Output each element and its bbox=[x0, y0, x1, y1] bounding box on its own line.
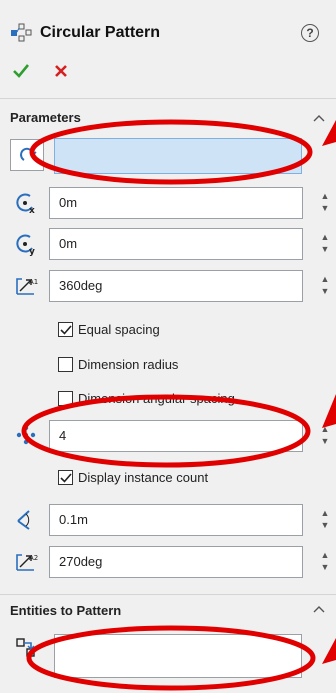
center-y-field[interactable]: 0m bbox=[49, 228, 303, 260]
dimension-angular-spacing-checkbox[interactable] bbox=[58, 390, 73, 406]
divider bbox=[0, 98, 336, 99]
svg-text:A2: A2 bbox=[29, 554, 38, 562]
cancel-x-icon[interactable] bbox=[52, 62, 70, 80]
pattern-axis-selection-box[interactable] bbox=[54, 138, 302, 174]
display-instance-count-checkbox[interactable] bbox=[58, 469, 73, 485]
display-instance-count-option[interactable]: Display instance count bbox=[58, 466, 208, 488]
center-x-field[interactable]: 0m bbox=[49, 187, 303, 219]
angle-icon: A1 bbox=[16, 278, 38, 295]
svg-text:x: x bbox=[29, 206, 35, 215]
dimension-radius-label: Dimension radius bbox=[78, 356, 179, 372]
angle2-icon: A2 bbox=[16, 554, 38, 571]
divider bbox=[0, 594, 336, 595]
dimension-angular-spacing-label: Dimension angular spacing bbox=[78, 390, 235, 406]
angle2-spinner[interactable]: ▲ ▼ bbox=[320, 549, 330, 575]
pattern-icon bbox=[11, 23, 32, 42]
ok-check-icon[interactable] bbox=[12, 62, 30, 80]
angle-field[interactable]: 360deg bbox=[49, 270, 303, 302]
display-instance-count-label: Display instance count bbox=[78, 469, 209, 485]
equal-spacing-label: Equal spacing bbox=[78, 321, 160, 337]
instances-icon bbox=[16, 425, 36, 445]
feature-header: Circular Pattern bbox=[10, 20, 160, 46]
angle2-field[interactable]: 270deg bbox=[49, 546, 303, 578]
instances-spinner[interactable]: ▲ ▼ bbox=[320, 423, 330, 449]
radius-icon bbox=[17, 510, 30, 530]
equal-spacing-option[interactable]: Equal spacing bbox=[58, 318, 160, 340]
dimension-radius-option[interactable]: Dimension radius bbox=[58, 353, 178, 375]
entities-selection-box[interactable] bbox=[54, 634, 302, 678]
help-icon[interactable]: ? bbox=[301, 24, 319, 42]
svg-text:A1: A1 bbox=[29, 278, 38, 286]
radius-field[interactable]: 0.1m bbox=[49, 504, 303, 536]
equal-spacing-checkbox[interactable] bbox=[58, 321, 73, 337]
dimension-angular-spacing-option[interactable]: Dimension angular spacing bbox=[58, 387, 235, 409]
annotation-overlay bbox=[21, 119, 336, 691]
axis-x-icon: x bbox=[16, 193, 35, 215]
center-y-spinner[interactable]: ▲ ▼ bbox=[320, 231, 330, 257]
axis-y-icon: y bbox=[16, 234, 35, 256]
checkmark-icon bbox=[60, 472, 72, 483]
feature-title: Circular Pattern bbox=[40, 24, 161, 41]
parameters-section-title[interactable]: Parameters bbox=[10, 110, 81, 125]
instances-count-field[interactable]: 4 bbox=[49, 420, 303, 452]
property-manager-panel: Circular Pattern ? Parameters x 0m ▲ ▼ y … bbox=[0, 0, 336, 693]
collapse-chevron-icon[interactable] bbox=[312, 604, 326, 614]
entities-icon bbox=[16, 638, 35, 657]
radius-spinner[interactable]: ▲ ▼ bbox=[320, 507, 330, 533]
entities-section-title[interactable]: Entities to Pattern bbox=[10, 603, 121, 618]
collapse-chevron-icon[interactable] bbox=[312, 113, 326, 123]
dimension-radius-checkbox[interactable] bbox=[58, 356, 73, 372]
reverse-direction-button[interactable] bbox=[10, 139, 44, 171]
angle-spinner[interactable]: ▲ ▼ bbox=[320, 273, 330, 299]
svg-text:y: y bbox=[29, 247, 35, 256]
center-x-spinner[interactable]: ▲ ▼ bbox=[320, 190, 330, 216]
select-direction-icon bbox=[20, 147, 37, 161]
checkmark-icon bbox=[60, 324, 72, 335]
